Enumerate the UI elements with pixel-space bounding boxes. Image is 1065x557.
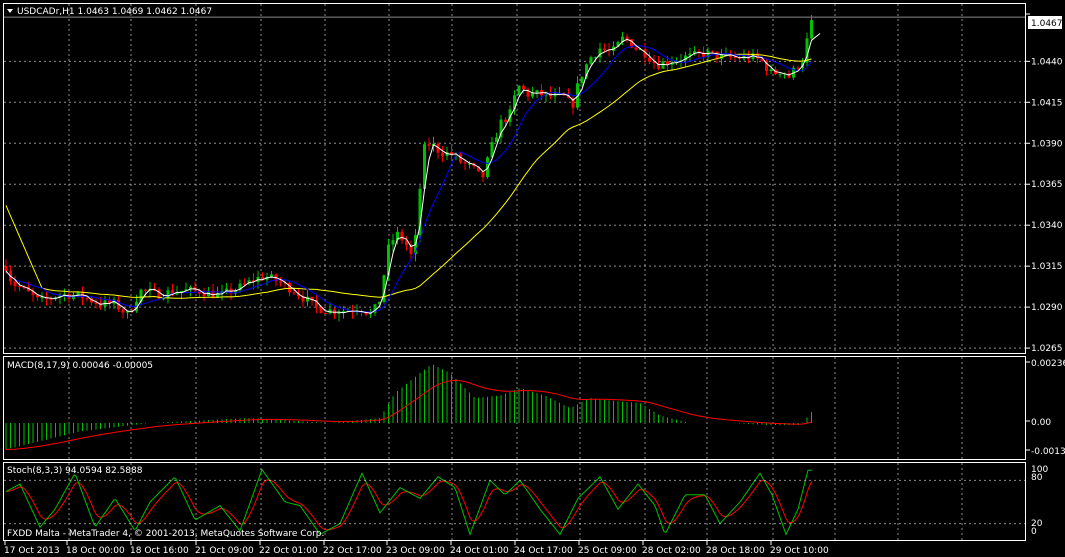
price-tick-label: 1.0315: [1031, 262, 1063, 272]
candle-body: [400, 231, 404, 241]
candle-body: [810, 20, 813, 39]
current-price-label: 1.0467: [1031, 19, 1063, 29]
candle-body: [634, 47, 638, 50]
stoch-tick-label: 0: [1031, 527, 1037, 537]
symbol-header: USDCADr,H1 1.0463 1.0469 1.0462 1.0467: [17, 7, 212, 17]
time-label: 28 Oct 02:00: [642, 546, 701, 556]
candle-body: [778, 73, 782, 75]
candle-body: [166, 290, 170, 299]
candle-body: [441, 152, 444, 157]
time-label: 17 Oct 2013: [4, 546, 60, 556]
candle-body: [13, 281, 17, 287]
candle-body: [49, 298, 53, 300]
candle-body: [418, 188, 422, 236]
time-label: 29 Oct 10:00: [770, 546, 829, 556]
candle-body: [589, 57, 593, 65]
candle-body: [580, 76, 584, 84]
candle-body: [517, 85, 521, 96]
time-label: 24 Oct 17:00: [514, 546, 573, 556]
candle-body: [63, 293, 66, 295]
macd-tick-label: 0.00236: [1031, 359, 1065, 369]
time-label: 22 Oct 01:00: [259, 546, 318, 556]
price-tick-label: 1.0265: [1031, 344, 1063, 354]
candle-body: [324, 312, 327, 314]
price-tick-label: 1.0365: [1031, 180, 1063, 190]
time-label: 18 Oct 16:00: [130, 546, 189, 556]
stoch-title: Stoch(8,3,3) 94.0594 82.5888: [7, 466, 143, 476]
price-tick-label: 1.0290: [1031, 303, 1063, 313]
time-label: 28 Oct 18:00: [706, 546, 765, 556]
time-label: 21 Oct 09:00: [195, 546, 254, 556]
candle-body: [288, 282, 291, 293]
chart-background: [0, 0, 1065, 557]
candle-body: [535, 90, 539, 93]
macd-tick-label: -0.00133: [1031, 447, 1065, 457]
candle-body: [733, 56, 737, 58]
price-tick-label: 1.0340: [1031, 221, 1063, 231]
copyright-text: FXDD Malta - MetaTrader 4, © 2001-2013, …: [7, 529, 324, 539]
stoch-tick-label: 80: [1031, 473, 1043, 483]
candle-body: [292, 292, 296, 294]
time-label: 25 Oct 09:00: [578, 546, 637, 556]
candle-body: [603, 48, 606, 50]
candle-body: [85, 298, 89, 300]
price-tick-label: 1.0440: [1031, 57, 1063, 67]
macd-title: MACD(8,17,9) 0.00046 -0.00005: [7, 361, 153, 371]
time-label: 22 Oct 17:00: [323, 546, 382, 556]
candle-body: [4, 266, 8, 272]
time-label: 23 Oct 09:00: [386, 546, 445, 556]
candle-body: [121, 309, 125, 313]
mt4-chart-window[interactable]: USDCADr,H1 1.0463 1.0469 1.0462 1.0467 1…: [0, 0, 1065, 557]
candle-body: [391, 240, 395, 245]
candle-body: [243, 283, 246, 285]
candle-body: [427, 144, 431, 146]
candle-body: [279, 281, 282, 283]
candle-body: [711, 50, 714, 52]
candle-body: [18, 286, 21, 288]
candle-body: [202, 293, 206, 297]
candle-body: [796, 67, 800, 69]
candle-body: [769, 69, 773, 71]
candle-body: [661, 61, 665, 69]
price-tick-label: 1.0390: [1031, 139, 1063, 149]
candle-body: [40, 297, 44, 299]
candle-body: [648, 57, 651, 62]
candle-body: [463, 162, 467, 164]
candle-body: [504, 119, 507, 122]
time-label: 18 Oct 00:00: [66, 546, 125, 556]
macd-tick-label: 0.00: [1031, 418, 1051, 428]
candle-body: [522, 85, 525, 90]
candle-body: [337, 312, 341, 315]
price-tick-label: 1.0415: [1031, 98, 1063, 108]
candle-body: [144, 289, 147, 291]
candle-body: [715, 51, 719, 59]
time-label: 24 Oct 01:00: [450, 546, 509, 556]
